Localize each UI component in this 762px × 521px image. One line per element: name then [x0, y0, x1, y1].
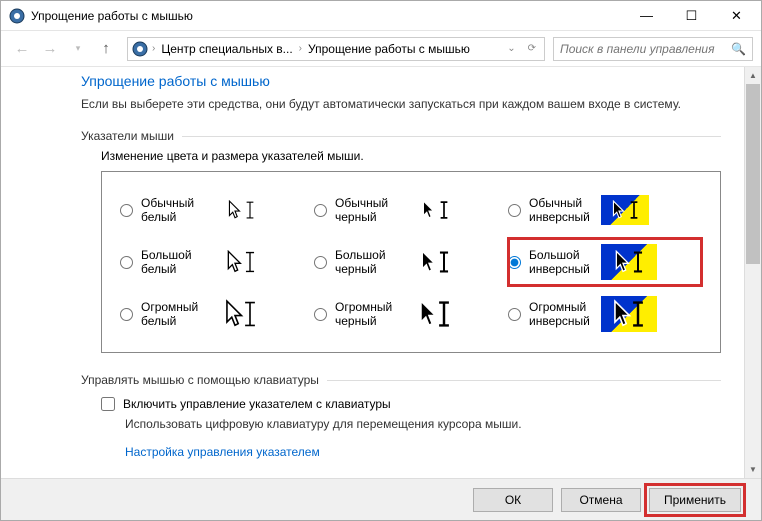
section-heading-label: Управлять мышью с помощью клавиатуры — [81, 373, 319, 387]
vertical-scrollbar[interactable]: ▲ ▼ — [744, 67, 761, 478]
search-icon: 🔍 — [731, 42, 746, 56]
cursor-option-normal-white[interactable]: Обычный белый — [120, 186, 314, 234]
nav-up-button[interactable]: ↑ — [93, 36, 119, 62]
mousekeys-help: Использовать цифровую клавиатуру для пер… — [125, 417, 721, 431]
mousekeys-checkbox-row[interactable]: Включить управление указателем с клавиат… — [101, 397, 721, 411]
page-content: Упрощение работы с мышью Если вы выберет… — [1, 73, 761, 478]
scroll-thumb[interactable] — [746, 84, 760, 264]
nav-forward-button[interactable]: → — [37, 36, 63, 62]
control-panel-icon — [132, 41, 148, 57]
apply-button[interactable]: Применить — [649, 488, 741, 512]
radio-normal-black[interactable] — [314, 204, 327, 217]
page-title: Упрощение работы с мышью — [81, 73, 721, 89]
search-box[interactable]: 🔍 — [553, 37, 753, 61]
cursor-preview — [213, 192, 269, 228]
section-heading-keyboard: Управлять мышью с помощью клавиатуры — [81, 373, 721, 387]
cursor-preview — [213, 296, 269, 332]
section-heading-pointers: Указатели мыши — [81, 129, 721, 143]
maximize-button[interactable]: ☐ — [669, 1, 714, 30]
scroll-up-icon[interactable]: ▲ — [745, 67, 761, 84]
cursor-option-large-black[interactable]: Большой черный — [314, 238, 508, 286]
cursor-grid: Обычный белый Обычный черный Обычный инв… — [101, 171, 721, 353]
cursor-option-label: Обычный инверсный — [529, 196, 597, 225]
cursor-option-large-white[interactable]: Большой белый — [120, 238, 314, 286]
radio-normal-white[interactable] — [120, 204, 133, 217]
cursor-option-label: Обычный белый — [141, 196, 209, 225]
close-button[interactable]: ✕ — [714, 1, 759, 30]
scroll-down-icon[interactable]: ▼ — [745, 461, 761, 478]
cursor-option-label: Большой белый — [141, 248, 209, 277]
minimize-button[interactable]: — — [624, 1, 669, 30]
cursor-option-label: Огромный инверсный — [529, 300, 597, 329]
mousekeys-settings-link[interactable]: Настройка управления указателем — [125, 445, 721, 459]
cursor-option-large-inverse[interactable]: Большой инверсный — [508, 238, 702, 286]
ok-button[interactable]: ОК — [473, 488, 553, 512]
cursor-preview — [601, 195, 649, 225]
cursor-option-label: Огромный белый — [141, 300, 209, 329]
section-heading-label: Указатели мыши — [81, 129, 174, 143]
radio-large-white[interactable] — [120, 256, 133, 269]
app-icon — [9, 8, 25, 24]
chevron-right-icon: › — [152, 43, 155, 54]
breadcrumb-item-2[interactable]: Упрощение работы с мышью — [306, 42, 472, 56]
cursor-preview — [407, 244, 463, 280]
cursor-preview — [407, 192, 463, 228]
chevron-right-icon: › — [299, 43, 302, 54]
search-input[interactable] — [560, 42, 727, 56]
cursor-preview — [407, 296, 463, 332]
title-bar: Упрощение работы с мышью — ☐ ✕ — [1, 1, 761, 31]
cursor-option-xlarge-inverse[interactable]: Огромный инверсный — [508, 290, 702, 338]
refresh-icon[interactable]: ⟳ — [524, 43, 540, 54]
cursor-option-xlarge-white[interactable]: Огромный белый — [120, 290, 314, 338]
cursor-preview — [601, 244, 657, 280]
pointers-subhead: Изменение цвета и размера указателей мыш… — [101, 149, 721, 163]
nav-bar: ← → ▾ ↑ › Центр специальных в... › Упрощ… — [1, 31, 761, 67]
cursor-option-xlarge-black[interactable]: Огромный черный — [314, 290, 508, 338]
mousekeys-checkbox-label: Включить управление указателем с клавиат… — [123, 397, 391, 411]
radio-xlarge-black[interactable] — [314, 308, 327, 321]
cursor-option-label: Огромный черный — [335, 300, 403, 329]
breadcrumb-item-1[interactable]: Центр специальных в... — [159, 42, 294, 56]
cursor-option-normal-black[interactable]: Обычный черный — [314, 186, 508, 234]
window-title: Упрощение работы с мышью — [31, 9, 624, 23]
cursor-preview — [213, 244, 269, 280]
cursor-option-label: Обычный черный — [335, 196, 403, 225]
nav-back-button[interactable]: ← — [9, 36, 35, 62]
cursor-preview — [601, 296, 657, 332]
cancel-button[interactable]: Отмена — [561, 488, 641, 512]
nav-recent-button[interactable]: ▾ — [65, 36, 91, 62]
radio-xlarge-white[interactable] — [120, 308, 133, 321]
radio-large-black[interactable] — [314, 256, 327, 269]
radio-xlarge-inverse[interactable] — [508, 308, 521, 321]
radio-normal-inverse[interactable] — [508, 204, 521, 217]
cursor-option-normal-inverse[interactable]: Обычный инверсный — [508, 186, 702, 234]
page-subtitle: Если вы выберете эти средства, они будут… — [81, 95, 721, 113]
cursor-option-label: Большой черный — [335, 248, 403, 277]
mousekeys-checkbox[interactable] — [101, 397, 115, 411]
radio-large-inverse[interactable] — [508, 256, 521, 269]
cursor-option-label: Большой инверсный — [529, 248, 597, 277]
breadcrumb-dropdown-icon[interactable]: ⌄ — [503, 43, 519, 54]
breadcrumb[interactable]: › Центр специальных в... › Упрощение раб… — [127, 37, 545, 61]
dialog-footer: ОК Отмена Применить — [1, 478, 761, 520]
